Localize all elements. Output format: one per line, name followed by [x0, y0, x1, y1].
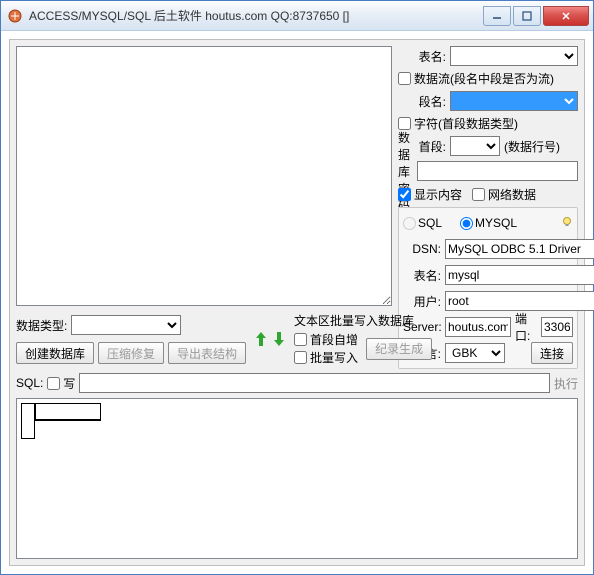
maximize-button[interactable] — [513, 6, 541, 26]
mysql-radio-label: MYSQL — [475, 216, 517, 230]
netdata-checkbox[interactable] — [472, 188, 485, 201]
sql-radio[interactable] — [403, 217, 416, 230]
batch-write-label: 文本区批量写入数据库 — [294, 312, 432, 329]
db-user-label: 用户: — [403, 293, 441, 310]
firstauto-checkbox[interactable] — [294, 333, 307, 346]
dbpwd-input[interactable] — [417, 161, 578, 181]
result-grid[interactable] — [16, 398, 578, 559]
dsn-label: DSN: — [403, 242, 441, 256]
main-textarea[interactable] — [16, 46, 392, 306]
create-db-button[interactable]: 创建数据库 — [16, 342, 94, 364]
showcontent-label: 显示内容 — [414, 186, 462, 203]
bulb-icon — [561, 216, 573, 231]
client-area: 表名: 数据流(段名中段是否为流) 段名: 字符(首段数据类型) — [1, 31, 593, 574]
firstauto-label: 首段自增 — [310, 331, 358, 348]
dataflow-label: 数据流(段名中段是否为流) — [414, 70, 554, 87]
segname-select[interactable] — [450, 91, 578, 111]
arrow-down-icon — [270, 328, 288, 350]
gen-record-button[interactable]: 纪录生成 — [366, 338, 432, 360]
tablename-label: 表名: — [398, 48, 446, 65]
sql-write-checkbox[interactable] — [47, 377, 60, 390]
segname-label: 段名: — [398, 93, 446, 110]
minimize-button[interactable] — [483, 6, 511, 26]
export-struct-button[interactable]: 导出表结构 — [168, 342, 246, 364]
titlebar[interactable]: ACCESS/MYSQL/SQL 后土软件 houtus.com QQ:8737… — [1, 1, 593, 31]
firstseg-select[interactable] — [450, 136, 500, 156]
middle-row: 数据类型: 创建数据库 压缩修复 导出表结构 文本区批量写入数据库 — [16, 310, 578, 368]
batchwrite-label: 批量写入 — [310, 349, 358, 366]
inner-panel: 表名: 数据流(段名中段是否为流) 段名: 字符(首段数据类型) — [9, 39, 585, 566]
swap-arrows[interactable] — [252, 328, 288, 350]
sql-input[interactable] — [79, 373, 550, 393]
sql-row: SQL: 写 执行 — [16, 372, 578, 394]
dsn-input[interactable] — [445, 239, 594, 259]
grid-corner — [21, 403, 101, 439]
mysql-radio[interactable] — [460, 217, 473, 230]
tablename-select[interactable] — [450, 46, 578, 66]
sql-label: SQL: — [16, 376, 43, 390]
showcontent-checkbox[interactable] — [398, 188, 411, 201]
app-icon — [7, 8, 23, 24]
rowno-label: (数据行号) — [504, 138, 560, 155]
chartype-label: 字符(首段数据类型) — [414, 115, 518, 132]
app-window: ACCESS/MYSQL/SQL 后土软件 houtus.com QQ:8737… — [0, 0, 594, 575]
arrow-up-icon — [252, 328, 270, 350]
batchwrite-checkbox[interactable] — [294, 351, 307, 364]
sql-radio-label: SQL — [418, 216, 442, 230]
netdata-label: 网络数据 — [488, 186, 536, 203]
db-table-label: 表名: — [403, 267, 441, 284]
window-controls — [483, 6, 589, 26]
db-user-input[interactable] — [445, 291, 594, 311]
right-panel: 表名: 数据流(段名中段是否为流) 段名: 字符(首段数据类型) — [398, 46, 578, 306]
sql-write-label: 写 — [63, 375, 75, 392]
db-table-input[interactable] — [445, 265, 594, 285]
compress-button[interactable]: 压缩修复 — [98, 342, 164, 364]
execute-label: 执行 — [554, 375, 578, 392]
close-button[interactable] — [543, 6, 589, 26]
datatype-select[interactable] — [71, 315, 181, 335]
dataflow-checkbox[interactable] — [398, 72, 411, 85]
datatype-label: 数据类型: — [16, 317, 67, 334]
window-title: ACCESS/MYSQL/SQL 后土软件 houtus.com QQ:8737… — [29, 7, 483, 24]
